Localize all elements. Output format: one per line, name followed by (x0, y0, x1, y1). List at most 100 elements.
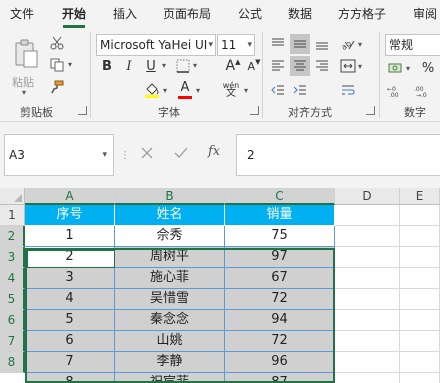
align-middle-button[interactable] (290, 34, 310, 54)
table-cell[interactable]: 67 (225, 268, 335, 289)
merge-dropdown-icon[interactable]: ▾ (358, 62, 362, 71)
table-cell[interactable]: 6 (25, 331, 115, 352)
table-cell[interactable] (400, 205, 440, 226)
row-header-2[interactable]: 2 (0, 226, 25, 247)
copy-button[interactable] (48, 56, 66, 74)
decrease-indent-button[interactable] (268, 80, 288, 100)
tab-formulas[interactable]: 公式 (238, 0, 262, 30)
table-cell[interactable]: 75 (225, 226, 335, 247)
table-cell[interactable] (335, 205, 400, 226)
orientation-button[interactable]: ab (338, 34, 358, 54)
column-header-b[interactable]: B (115, 188, 225, 205)
row-header-4[interactable]: 4 (0, 268, 25, 289)
percent-style-button[interactable]: % (418, 58, 438, 78)
tab-data[interactable]: 数据 (288, 0, 312, 30)
orientation-dropdown-icon[interactable]: ▾ (358, 40, 362, 49)
align-center-button[interactable] (290, 56, 310, 76)
row-header-3[interactable]: 3 (0, 247, 25, 268)
column-header-c[interactable]: C (225, 188, 335, 205)
shrink-font-button[interactable]: A ▼ (246, 56, 262, 76)
tab-fangfang-gezi[interactable]: 方方格子 (338, 0, 386, 30)
select-all-corner[interactable] (0, 188, 25, 205)
align-top-button[interactable] (268, 34, 288, 54)
table-cell[interactable]: 山姚 (115, 331, 225, 352)
table-cell[interactable] (400, 331, 440, 352)
copy-dropdown-icon[interactable]: ▾ (68, 60, 72, 69)
table-cell[interactable] (335, 352, 400, 373)
font-name-combo[interactable]: Microsoft YaHei UI ▾ (96, 34, 216, 56)
font-dialog-launcher-icon[interactable] (250, 106, 259, 115)
table-cell[interactable]: 5 (25, 310, 115, 331)
font-size-combo[interactable]: 11 ▾ (217, 34, 255, 56)
header-cell[interactable]: 序号 (25, 205, 115, 226)
tab-review[interactable]: 审阅 (413, 0, 437, 30)
column-header-e[interactable]: E (400, 188, 440, 205)
wrap-text-button[interactable] (338, 80, 358, 100)
table-cell[interactable]: 97 (225, 247, 335, 268)
header-cell[interactable]: 姓名 (115, 205, 225, 226)
table-cell[interactable]: 7 (25, 352, 115, 373)
row-header-8[interactable]: 8 (0, 352, 25, 373)
table-cell[interactable]: 4 (25, 289, 115, 310)
align-bottom-button[interactable] (312, 34, 332, 54)
tab-page-layout[interactable]: 页面布局 (163, 0, 211, 30)
number-format-combo[interactable]: 常规 (385, 34, 440, 56)
table-cell[interactable] (335, 373, 400, 383)
table-cell[interactable] (400, 289, 440, 310)
table-cell[interactable]: 李静 (115, 352, 225, 373)
bold-button[interactable]: B (98, 56, 116, 76)
table-cell[interactable]: 施心菲 (115, 268, 225, 289)
table-cell[interactable] (400, 268, 440, 289)
decrease-decimal-button[interactable]: .00 →.0 (412, 82, 434, 100)
column-header-a[interactable]: A (25, 188, 115, 205)
underline-button[interactable]: U (142, 56, 160, 76)
paste-dropdown-icon[interactable]: ▾ (22, 88, 26, 97)
tab-file[interactable]: 文件 (10, 0, 34, 30)
row-header-6[interactable]: 6 (0, 310, 25, 331)
table-cell[interactable] (400, 352, 440, 373)
table-cell[interactable] (335, 226, 400, 247)
borders-dropdown-icon[interactable]: ▾ (193, 61, 197, 70)
font-color-button[interactable]: A (176, 80, 194, 100)
fill-color-dropdown-icon[interactable]: ▾ (163, 86, 167, 95)
table-cell[interactable] (335, 268, 400, 289)
borders-button[interactable] (174, 56, 192, 76)
italic-button[interactable]: I (120, 56, 138, 76)
table-cell[interactable] (400, 247, 440, 268)
table-cell[interactable]: 周树平 (115, 247, 225, 268)
increase-indent-button[interactable] (290, 80, 310, 100)
table-cell[interactable]: 94 (225, 310, 335, 331)
row-header-5[interactable]: 5 (0, 289, 25, 310)
fill-color-button[interactable] (143, 80, 161, 100)
cut-button[interactable] (48, 34, 66, 52)
row-header-1[interactable]: 1 (0, 205, 25, 226)
accounting-dropdown-icon[interactable]: ▾ (406, 64, 410, 73)
table-cell[interactable]: 祝宸菲 (115, 373, 225, 383)
name-box[interactable]: A3 ▾ (4, 134, 114, 176)
merge-center-button[interactable] (338, 56, 358, 76)
column-header-d[interactable]: D (335, 188, 400, 205)
table-cell[interactable]: 72 (225, 289, 335, 310)
table-cell[interactable] (335, 310, 400, 331)
header-cell[interactable]: 销量 (225, 205, 335, 226)
font-color-dropdown-icon[interactable]: ▾ (196, 86, 200, 95)
table-cell[interactable] (335, 289, 400, 310)
table-cell[interactable] (400, 310, 440, 331)
cancel-icon[interactable] (140, 146, 154, 163)
grow-font-button[interactable]: A ▲ (225, 56, 241, 76)
table-cell[interactable]: 佘秀 (115, 226, 225, 247)
table-cell[interactable]: 2 (25, 247, 115, 268)
table-cell[interactable]: 秦念念 (115, 310, 225, 331)
row-header-7[interactable]: 7 (0, 331, 25, 352)
table-cell[interactable]: 吴惜雪 (115, 289, 225, 310)
table-cell[interactable]: 1 (25, 226, 115, 247)
enter-check-icon[interactable] (174, 146, 188, 163)
insert-function-button[interactable]: fx (208, 144, 220, 159)
table-cell[interactable]: 87 (225, 373, 335, 383)
increase-decimal-button[interactable]: ←0.00 (385, 82, 407, 100)
table-cell[interactable] (335, 247, 400, 268)
paste-button[interactable] (8, 34, 44, 74)
table-cell[interactable]: 96 (225, 352, 335, 373)
phonetic-dropdown-icon[interactable]: ▾ (244, 86, 248, 95)
align-left-button[interactable] (268, 56, 288, 76)
